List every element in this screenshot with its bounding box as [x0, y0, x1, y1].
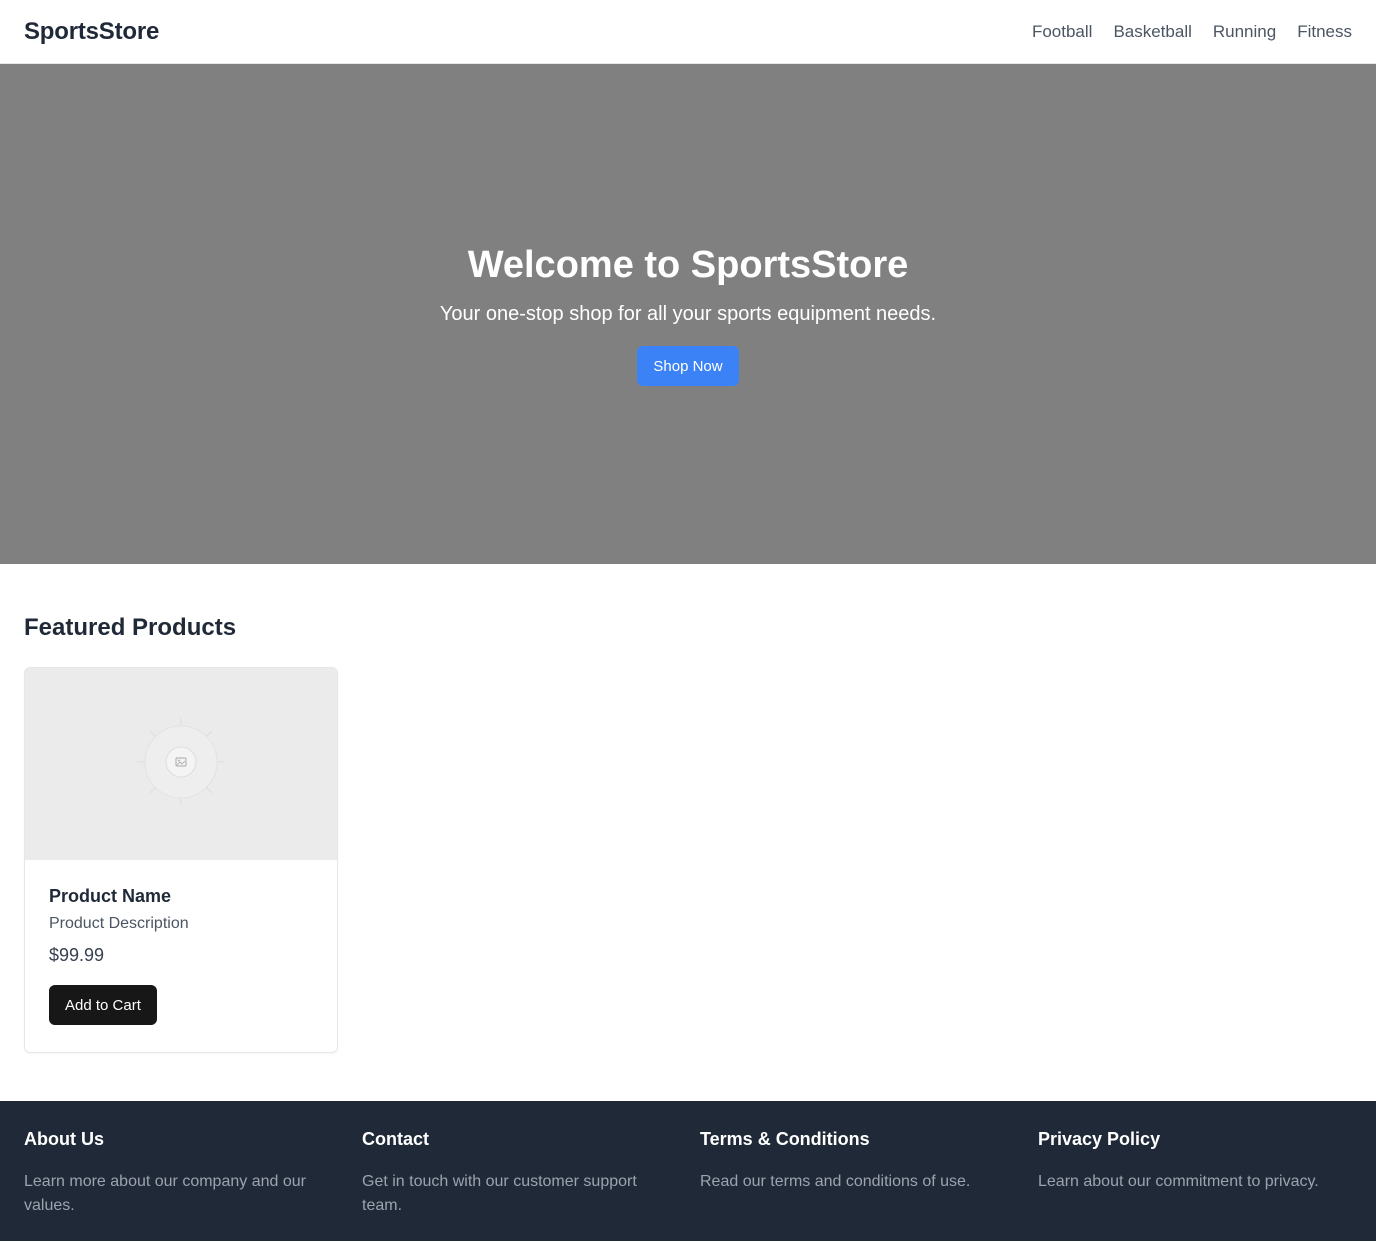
footer-column-privacy: Privacy Policy Learn about our commitmen…	[1038, 1129, 1352, 1241]
footer-text-about: Learn more about our company and our val…	[24, 1173, 306, 1214]
featured-products-title: Featured Products	[24, 614, 237, 641]
featured-products-section: Featured Products Product Name Product D…	[0, 564, 1376, 1101]
site-logo[interactable]: SportsStore	[24, 18, 159, 46]
add-to-cart-button[interactable]: Add to Cart	[49, 985, 157, 1025]
footer-column-terms: Terms & Conditions Read our terms and co…	[700, 1129, 1014, 1241]
hero-title: Welcome to SportsStore	[467, 244, 909, 286]
site-footer: About Us Learn more about our company an…	[0, 1101, 1376, 1241]
site-header: SportsStore Football Basketball Running …	[0, 0, 1376, 64]
footer-heading-terms[interactable]: Terms & Conditions	[700, 1129, 1014, 1150]
main-nav: Football Basketball Running Fitness	[1032, 22, 1352, 42]
shop-now-button[interactable]: Shop Now	[637, 346, 739, 386]
nav-link-fitness[interactable]: Fitness	[1297, 22, 1352, 42]
footer-text-privacy: Learn about our commitment to privacy.	[1038, 1173, 1319, 1190]
footer-heading-privacy[interactable]: Privacy Policy	[1038, 1129, 1352, 1150]
product-name[interactable]: Product Name	[49, 886, 313, 907]
product-card: Product Name Product Description $99.99 …	[24, 667, 338, 1053]
nav-link-basketball[interactable]: Basketball	[1113, 22, 1191, 42]
image-placeholder-icon	[133, 714, 229, 815]
product-description: Product Description	[49, 915, 189, 932]
product-image[interactable]	[25, 668, 337, 860]
nav-link-football[interactable]: Football	[1032, 22, 1092, 42]
hero-banner: Welcome to SportsStore Your one-stop sho…	[0, 64, 1376, 564]
footer-text-terms: Read our terms and conditions of use.	[700, 1173, 971, 1190]
footer-heading-about[interactable]: About Us	[24, 1129, 338, 1150]
nav-link-running[interactable]: Running	[1213, 22, 1276, 42]
footer-heading-contact[interactable]: Contact	[362, 1129, 676, 1150]
product-info: Product Name Product Description $99.99 …	[25, 860, 337, 1049]
footer-text-contact: Get in touch with our customer support t…	[362, 1173, 637, 1214]
product-price: $99.99	[49, 945, 105, 965]
hero-subtitle: Your one-stop shop for all your sports e…	[439, 303, 937, 325]
footer-column-about: About Us Learn more about our company an…	[24, 1129, 338, 1241]
footer-column-contact: Contact Get in touch with our customer s…	[362, 1129, 676, 1241]
